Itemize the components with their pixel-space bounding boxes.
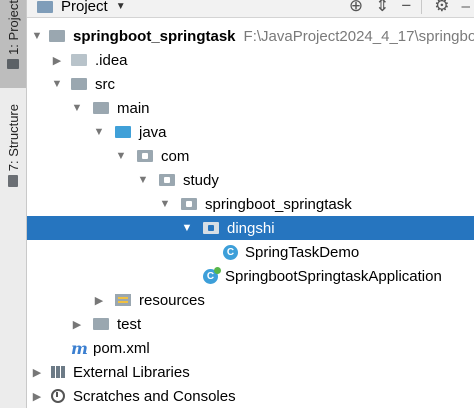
- project-toolbar: Project ▼ ⊕ ⇕ − ⚙ ⎯: [27, 0, 474, 18]
- maven-icon: m: [71, 339, 88, 358]
- tree-item-label: study: [183, 171, 219, 189]
- tree-row-resources[interactable]: ▶ resources: [27, 288, 474, 312]
- tree-row-root[interactable]: ▼ springboot_springtask F:\JavaProject202…: [27, 24, 474, 48]
- tree-row-pom[interactable]: m pom.xml: [27, 336, 474, 360]
- collapsed-arrow-icon[interactable]: ▶: [51, 54, 63, 67]
- root-module-name: springboot_springtask: [73, 27, 236, 45]
- locate-icon[interactable]: ⊕: [349, 0, 363, 16]
- tree-item-label: SpringTaskDemo: [245, 243, 360, 261]
- package-icon: [137, 150, 153, 162]
- tool-window-strip: 1: Project 7: Structure: [0, 0, 27, 408]
- source-folder-icon: [115, 126, 131, 138]
- resources-folder-icon: [115, 294, 131, 306]
- chevron-down-icon[interactable]: ▼: [116, 1, 126, 12]
- tree-row-application[interactable]: C SpringbootSpringtaskApplication: [27, 264, 474, 288]
- scratches-icon: [51, 389, 65, 403]
- tree-row-main[interactable]: ▼ main: [27, 96, 474, 120]
- structure-icon: [8, 175, 18, 188]
- settings-icon[interactable]: ⚙: [434, 0, 449, 16]
- expanded-arrow-icon[interactable]: ▼: [51, 78, 63, 90]
- tree-item-label: com: [161, 147, 190, 165]
- project-folder-icon: [37, 0, 53, 13]
- structure-tab-label: 7: Structure: [5, 104, 21, 172]
- tree-item-label: dingshi: [227, 219, 275, 237]
- tree-row-springboot-springtask[interactable]: ▼ springboot_springtask: [27, 192, 474, 216]
- expanded-arrow-icon[interactable]: ▼: [31, 30, 43, 42]
- tree-row-springtaskdemo[interactable]: C SpringTaskDemo: [27, 240, 474, 264]
- project-tool-tab[interactable]: 1: Project: [0, 0, 26, 88]
- structure-tool-tab[interactable]: 7: Structure: [0, 104, 26, 200]
- project-view-title[interactable]: Project: [61, 0, 108, 15]
- minus-icon[interactable]: −: [401, 0, 411, 16]
- toolbar-divider: [421, 0, 423, 14]
- collapsed-arrow-icon[interactable]: ▶: [31, 366, 43, 379]
- module-folder-icon: [49, 30, 65, 42]
- tree-row-test[interactable]: ▶ test: [27, 312, 474, 336]
- tree-item-label: .idea: [95, 51, 128, 69]
- tree-row-external-libraries[interactable]: ▶ External Libraries: [27, 360, 474, 384]
- folder-icon: [93, 102, 109, 114]
- tree-item-label: External Libraries: [73, 363, 190, 381]
- collapsed-arrow-icon[interactable]: ▶: [93, 294, 105, 307]
- tree-row-study[interactable]: ▼ study: [27, 168, 474, 192]
- tree-row-src[interactable]: ▼ src: [27, 72, 474, 96]
- hide-icon[interactable]: ⎯: [462, 0, 471, 16]
- tree-item-label: SpringbootSpringtaskApplication: [225, 267, 442, 285]
- tree-row-dingshi[interactable]: ▼ dingshi: [27, 216, 474, 240]
- spring-boot-class-icon: C: [203, 266, 221, 284]
- folder-icon: [93, 318, 109, 330]
- project-tab-label: 1: Project: [5, 0, 21, 55]
- tree-row-java[interactable]: ▼ java: [27, 120, 474, 144]
- expanded-arrow-icon[interactable]: ▼: [115, 150, 127, 162]
- expanded-arrow-icon[interactable]: ▼: [93, 126, 105, 138]
- tree-item-label: main: [117, 99, 150, 117]
- tree-item-label: springboot_springtask: [205, 195, 352, 213]
- tree-row-scratches[interactable]: ▶ Scratches and Consoles: [27, 384, 474, 408]
- tree-item-label: test: [117, 315, 142, 333]
- package-icon: [203, 222, 219, 234]
- collapsed-arrow-icon[interactable]: ▶: [71, 318, 83, 331]
- tree-item-label: Scratches and Consoles: [73, 387, 236, 405]
- class-icon: C: [223, 244, 238, 260]
- project-folder-icon: [7, 58, 19, 69]
- folder-icon: [71, 54, 87, 66]
- package-icon: [181, 198, 197, 210]
- tree-row-idea[interactable]: ▶ .idea: [27, 48, 474, 72]
- root-module-path: F:\JavaProject2024_4_17\springbo: [243, 27, 474, 45]
- expanded-arrow-icon[interactable]: ▼: [181, 222, 193, 234]
- tree-item-label: pom.xml: [93, 339, 150, 357]
- collapsed-arrow-icon[interactable]: ▶: [31, 390, 43, 403]
- expanded-arrow-icon[interactable]: ▼: [137, 174, 149, 186]
- tree-item-label: resources: [139, 291, 205, 309]
- folder-icon: [71, 78, 87, 90]
- collapse-all-icon[interactable]: ⇕: [375, 0, 389, 16]
- expanded-arrow-icon[interactable]: ▼: [71, 102, 83, 114]
- tree-item-label: java: [139, 123, 167, 141]
- tree-item-label: src: [95, 75, 115, 93]
- tree-row-com[interactable]: ▼ com: [27, 144, 474, 168]
- library-icon: [51, 366, 65, 378]
- expanded-arrow-icon[interactable]: ▼: [159, 198, 171, 210]
- package-icon: [159, 174, 175, 186]
